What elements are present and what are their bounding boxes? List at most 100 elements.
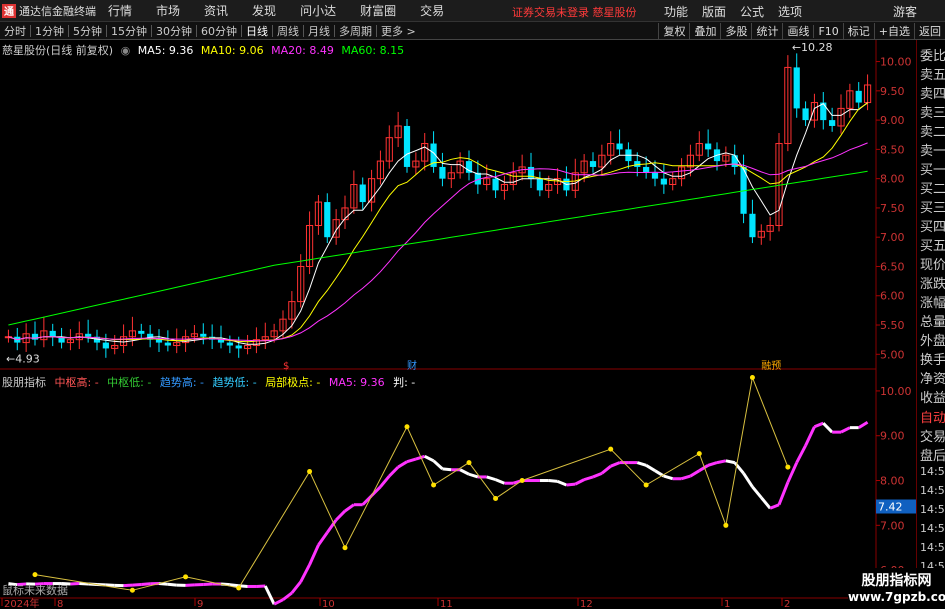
chart-area[interactable]: ←10.28 ←4.93 $ 财 融预 10.00 9.50 9.00 8.50 8.00 7.5…: [0, 40, 916, 609]
tool-tongji[interactable]: 统计: [751, 23, 782, 39]
finance-marker: 财: [407, 359, 417, 372]
zigzag-point: [493, 495, 499, 501]
quote-field: 涨幅: [920, 296, 945, 311]
menu-item-gongneng[interactable]: 功能: [664, 3, 688, 20]
tool-fanhui[interactable]: 返回: [914, 23, 945, 39]
date-tick-label: 8: [57, 599, 63, 609]
watermark-line2: www.7gpzb.com: [848, 590, 945, 604]
candle-body: [802, 108, 809, 121]
period-multi[interactable]: 多周期: [335, 23, 376, 39]
ind-ma-segment: [600, 465, 612, 475]
ma60-line: [8, 170, 868, 326]
quote-panel: 委比 卖五 卖四 卖三 卖二 卖一 买一 买二 买三 买四 买五 现价 涨跌 涨幅 总量 外盘 换手 净资 收益 自动…: [916, 40, 945, 609]
menu-item-wenxiaoda[interactable]: 问小达: [300, 2, 336, 19]
ind-ma-segment: [424, 454, 435, 463]
tool-zixuan[interactable]: +自选: [873, 23, 914, 39]
candle-body: [138, 330, 145, 334]
logo-icon: 通: [2, 3, 16, 18]
period-day[interactable]: 日线: [242, 23, 272, 39]
ind-ma-segment: [777, 481, 790, 506]
zigzag-point: [466, 460, 472, 466]
ind-ma-segment: [442, 467, 452, 472]
menu-item-xuanxiang[interactable]: 选项: [778, 3, 802, 20]
candle-body: [651, 172, 659, 179]
ind-ma-segment: [557, 480, 567, 487]
period-15min[interactable]: 15分钟: [107, 23, 151, 39]
app-logo[interactable]: 通 通达信金融终端: [0, 3, 108, 19]
zigzag-point: [32, 572, 38, 578]
date-tick-label: 2: [784, 599, 790, 609]
menu-item-shichang[interactable]: 市场: [156, 2, 180, 19]
candle-body: [536, 178, 543, 191]
candle-body: [359, 184, 366, 203]
zigzag-point: [519, 478, 525, 484]
period-fenshi[interactable]: 分时: [0, 23, 30, 39]
guest-login[interactable]: 游客: [893, 3, 917, 20]
menu-item-zixun[interactable]: 资讯: [204, 2, 228, 19]
menu-item-hangqing[interactable]: 行情: [108, 2, 132, 19]
period-60min[interactable]: 60分钟: [197, 23, 241, 39]
tool-f10[interactable]: F10: [813, 24, 842, 38]
ind-ma-segment: [486, 475, 497, 482]
candle-body: [200, 333, 207, 337]
menu-item-banmian[interactable]: 版面: [702, 3, 726, 20]
price-tick-label: 9.50: [880, 85, 905, 98]
ind-ma-segment: [610, 461, 621, 468]
ind-ma-segment: [299, 564, 311, 583]
ind-ma-segment: [645, 464, 656, 472]
quote-field[interactable]: 自动: [920, 407, 945, 426]
watermark-line1: 股朋指标网: [861, 573, 932, 589]
stock-name[interactable]: 慈星股份(日线 前复权): [2, 44, 113, 57]
tool-biaoji[interactable]: 标记: [842, 23, 874, 39]
quote-field: 买四: [920, 220, 945, 235]
ind-tick-label: 9.00: [880, 430, 905, 443]
date-tick-label: 9: [197, 599, 203, 609]
ma20-line: [8, 142, 868, 342]
price-tick-label: 5.50: [880, 319, 905, 332]
menu-item-caifuquan[interactable]: 财富圈: [360, 2, 396, 19]
period-1min[interactable]: 1分钟: [31, 23, 68, 39]
quote-field: 涨跌: [920, 277, 945, 292]
period-month[interactable]: 月线: [304, 23, 334, 39]
indicator-name[interactable]: 股朋指标: [2, 376, 46, 389]
menu-item-gongshi[interactable]: 公式: [740, 3, 764, 20]
ind-ma-segment: [707, 461, 718, 467]
period-5min[interactable]: 5分钟: [69, 23, 106, 39]
tool-huaxian[interactable]: 画线: [782, 23, 813, 39]
tool-duogu[interactable]: 多股: [720, 23, 751, 39]
ind-ma-segment: [273, 598, 284, 606]
ind-ma-segment: [583, 475, 594, 482]
quote-field: 14:56: [920, 484, 945, 497]
ind-ma-segment: [760, 496, 772, 510]
ind-ma-segment: [379, 475, 391, 488]
price-tick-label: 8.00: [880, 173, 905, 186]
period-more[interactable]: 更多 >: [377, 23, 420, 39]
quote-field: 卖三: [920, 106, 945, 121]
menu-item-faxian[interactable]: 发现: [252, 2, 276, 19]
ma60-value: MA60: 8.15: [341, 44, 405, 57]
zigzag-point: [129, 587, 135, 593]
period-30min[interactable]: 30分钟: [152, 23, 196, 39]
tool-diejia[interactable]: 叠加: [689, 23, 720, 39]
price-tick-label: 6.50: [880, 260, 905, 273]
candle-body: [643, 166, 650, 173]
ind-tick-label: 10.00: [880, 385, 912, 398]
ind-tick-label: 8.00: [880, 475, 905, 488]
app-title: 通达信金融终端: [19, 4, 96, 18]
high-price-label: ←10.28: [792, 41, 833, 54]
quote-field: 净资: [920, 372, 945, 387]
menu-item-jiaoyi[interactable]: 交易: [420, 2, 444, 19]
ind-tick-label: 7.00: [880, 519, 905, 532]
ind-ma-segment: [813, 421, 824, 429]
ind-ma5: MA5: 9.36: [328, 376, 385, 389]
ma10-line: [8, 102, 868, 343]
period-week[interactable]: 周线: [273, 23, 303, 39]
trade-status-warning[interactable]: 证券交易未登录 慈星股份: [512, 4, 637, 20]
price-tick-label: 7.50: [880, 202, 905, 215]
quote-field: 换手: [920, 353, 945, 368]
ma10-value: MA10: 9.06: [200, 44, 264, 57]
quote-field: 买五: [920, 239, 945, 254]
quote-field: 14:56: [920, 465, 945, 478]
candle-body: [324, 202, 331, 238]
tool-fuquan[interactable]: 复权: [658, 23, 689, 39]
